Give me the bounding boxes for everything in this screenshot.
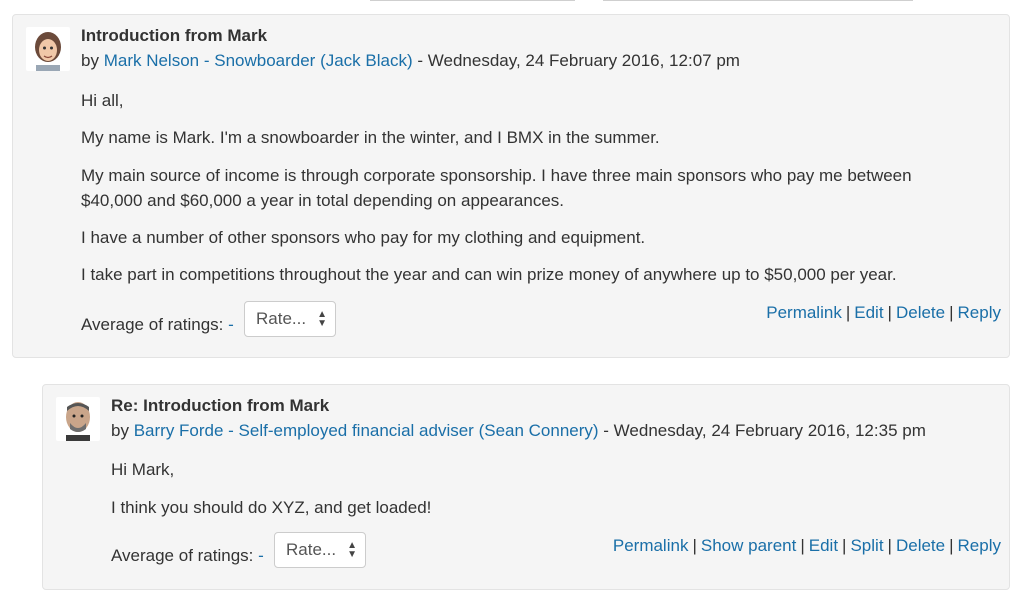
edit-link[interactable]: Edit: [854, 303, 883, 322]
average-ratings: Average of ratings: -: [81, 314, 234, 336]
rating-label: Average of ratings:: [111, 546, 254, 565]
author-link[interactable]: Barry Forde - Self-employed financial ad…: [134, 421, 599, 440]
user-avatar-icon: [66, 402, 90, 441]
post-paragraph: I think you should do XYZ, and get loade…: [111, 498, 432, 517]
avatar[interactable]: [56, 397, 100, 441]
post-date: - Wednesday, 24 February 2016, 12:35 pm: [598, 421, 926, 440]
post-subject: Re: Introduction from Mark: [111, 396, 330, 415]
forum-post: Introduction from Mark by Mark Nelson - …: [12, 14, 1010, 358]
post-paragraph: My name is Mark. I'm a snowboarder in th…: [81, 128, 660, 147]
post-paragraph: Hi Mark,: [111, 460, 175, 479]
post-subject: Introduction from Mark: [81, 26, 268, 45]
rating-value-link[interactable]: -: [258, 546, 264, 565]
split-link[interactable]: Split: [850, 536, 883, 555]
top-divider-right: [603, 0, 913, 1]
permalink-link[interactable]: Permalink: [766, 303, 842, 322]
edit-link[interactable]: Edit: [809, 536, 838, 555]
reply-link[interactable]: Reply: [958, 303, 1001, 322]
by-prefix: by: [111, 421, 129, 440]
delete-link[interactable]: Delete: [896, 536, 945, 555]
show-parent-link[interactable]: Show parent: [701, 536, 796, 555]
post-paragraph: I have a number of other sponsors who pa…: [81, 228, 646, 247]
post-date: - Wednesday, 24 February 2016, 12:07 pm: [412, 51, 740, 70]
post-byline: by Barry Forde - Self-employed financial…: [111, 420, 926, 442]
rate-select[interactable]: Rate... ▲ ▼: [244, 301, 336, 337]
up-down-chevron-icon: ▲ ▼: [317, 309, 327, 329]
rate-select-value: Rate...: [256, 309, 307, 328]
post-paragraph: My main source of income is through corp…: [81, 166, 912, 210]
post-byline: by Mark Nelson - Snowboarder (Jack Black…: [81, 50, 740, 72]
rating-value-link[interactable]: -: [228, 315, 234, 334]
by-prefix: by: [81, 51, 99, 70]
reply-link[interactable]: Reply: [958, 536, 1001, 555]
up-down-chevron-icon: ▲ ▼: [347, 540, 357, 560]
author-link[interactable]: Mark Nelson - Snowboarder (Jack Black): [104, 51, 413, 70]
post-paragraph: I take part in competitions throughout t…: [81, 265, 897, 284]
forum-post-reply: Re: Introduction from Mark by Barry Ford…: [42, 384, 1010, 590]
average-ratings: Average of ratings: -: [111, 545, 264, 567]
avatar[interactable]: [26, 27, 70, 71]
user-avatar-icon: [35, 32, 61, 71]
post-paragraph: Hi all,: [81, 91, 124, 110]
rate-select[interactable]: Rate... ▲ ▼: [274, 532, 366, 568]
post-commands: Permalink | Show parent | Edit | Split | Delete |…: [612, 536, 1001, 555]
top-divider-left: [370, 0, 575, 1]
rating-label: Average of ratings:: [81, 315, 224, 334]
post-commands: Permalink | Edit | Delete | Reply: [766, 303, 1001, 322]
rate-select-value: Rate...: [286, 540, 337, 559]
permalink-link[interactable]: Permalink: [613, 536, 689, 555]
delete-link[interactable]: Delete: [896, 303, 945, 322]
